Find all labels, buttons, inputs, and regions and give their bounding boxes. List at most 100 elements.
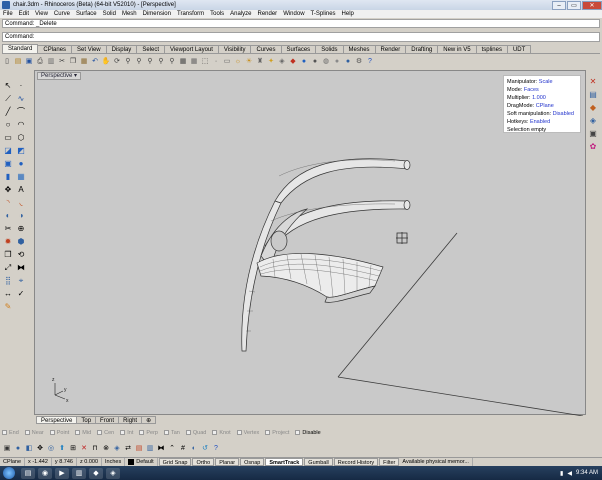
menu-analyze[interactable]: Analyze <box>230 11 251 17</box>
tab-curves[interactable]: Curves <box>250 45 282 53</box>
command-input[interactable] <box>38 34 539 40</box>
mesh-icon[interactable]: ▦ <box>15 171 27 183</box>
shade-icon[interactable]: ● <box>310 57 320 67</box>
tspline-weld-icon[interactable]: ⊗ <box>101 444 111 454</box>
fillet-icon[interactable]: ◝ <box>2 197 14 209</box>
split-icon[interactable]: ◑ <box>15 210 27 222</box>
status-osnap-button[interactable]: Osnap <box>240 458 265 466</box>
join-icon[interactable]: ⊕ <box>15 223 27 235</box>
folder-task-icon[interactable]: ▥ <box>72 467 86 479</box>
osnap-checkbox[interactable] <box>97 430 103 435</box>
line-icon[interactable]: ╱ <box>2 106 14 118</box>
osnap-checkbox[interactable] <box>2 430 7 435</box>
osnap-checkbox[interactable] <box>49 430 55 435</box>
osnap-checkbox[interactable] <box>120 430 126 435</box>
arc-icon[interactable]: ◠ <box>15 119 27 131</box>
properties-panel-icon[interactable]: ▤ <box>587 89 599 101</box>
mirror-icon[interactable]: ⧓ <box>15 262 27 274</box>
explode-icon[interactable]: ✹ <box>2 236 14 248</box>
array-icon[interactable]: ⣿ <box>2 275 14 287</box>
status-record-history-button[interactable]: Record History <box>333 458 379 466</box>
tspline-smooth-icon[interactable]: ◎ <box>46 444 56 454</box>
tspline-convert-icon[interactable]: ⇄ <box>123 444 133 454</box>
grid-icon[interactable]: ▦ <box>189 57 199 67</box>
osnap-checkbox[interactable] <box>295 430 301 435</box>
dimension-icon[interactable]: ↔ <box>2 288 14 300</box>
box-icon[interactable]: ▣ <box>2 158 14 170</box>
layers-panel-icon[interactable]: ◆ <box>587 102 599 114</box>
zoom-all-icon[interactable]: ⚲ <box>167 57 177 67</box>
tspline-plane-icon[interactable]: ◧ <box>24 444 34 454</box>
rotate-view-icon[interactable]: ⟳ <box>112 57 122 67</box>
copy-icon[interactable]: ❐ <box>68 57 78 67</box>
view-tab-perspective[interactable]: Perspective <box>36 416 78 424</box>
options-icon[interactable]: ⚙ <box>354 57 364 67</box>
select-arrow-icon[interactable]: ↖ <box>2 80 14 92</box>
tspline-mode-icon[interactable]: ◈ <box>112 444 122 454</box>
status-planar-button[interactable]: Planar <box>215 458 240 466</box>
polyline-icon[interactable]: ⟋ <box>2 93 14 105</box>
browser-task-icon[interactable]: ◉ <box>38 467 52 479</box>
menu-tools[interactable]: Tools <box>210 11 224 17</box>
zoom-icon[interactable]: ⚲ <box>123 57 133 67</box>
tspline-symmetry-icon[interactable]: ⧓ <box>156 444 166 454</box>
osnap-project[interactable]: Project <box>265 430 289 436</box>
menu-help[interactable]: Help <box>342 11 354 17</box>
tab-viewport-layout[interactable]: Viewport Layout <box>164 45 219 53</box>
extrude-icon[interactable]: ◩ <box>15 145 27 157</box>
app-task-icon[interactable]: ◈ <box>106 467 120 479</box>
tspline-move-icon[interactable]: ✥ <box>35 444 45 454</box>
render-icon[interactable]: ● <box>299 57 309 67</box>
undo-icon[interactable]: ↶ <box>90 57 100 67</box>
menu-dimension[interactable]: Dimension <box>143 11 171 17</box>
tab-tsplines[interactable]: tsplines <box>475 45 508 53</box>
material-sphere-icon[interactable]: ● <box>343 57 353 67</box>
open-icon[interactable]: ▤ <box>13 57 23 67</box>
status-grid-snap-button[interactable]: Grid Snap <box>158 458 192 466</box>
osnap-mid[interactable]: Mid <box>75 430 91 436</box>
menu-file[interactable]: File <box>3 11 13 17</box>
show-icon[interactable]: ☼ <box>233 57 243 67</box>
hide-icon[interactable]: ☀ <box>244 57 254 67</box>
tspline-thicken-icon[interactable]: ▥ <box>145 444 155 454</box>
tspline-panel-icon[interactable]: ✿ <box>587 141 599 153</box>
tab-set-view[interactable]: Set View <box>71 45 107 53</box>
menu-view[interactable]: View <box>35 11 48 17</box>
rectangle-icon[interactable]: ▭ <box>2 132 14 144</box>
viewport-title[interactable]: Perspective ▾ <box>37 72 82 80</box>
point-tool-icon[interactable]: · <box>15 80 27 92</box>
zoom-selected-icon[interactable]: ⚲ <box>156 57 166 67</box>
start-button[interactable] <box>3 467 15 479</box>
clock[interactable]: 9:34 AM <box>576 470 598 476</box>
network-icon[interactable]: ▮ <box>560 470 563 477</box>
osnap-checkbox[interactable] <box>163 430 169 435</box>
menu-curve[interactable]: Curve <box>54 11 70 17</box>
tspline-extrude-icon[interactable]: ⬆ <box>57 444 67 454</box>
viewport-menu-icon[interactable]: ▾ <box>74 73 77 79</box>
tspline-crease-icon[interactable]: ⌃ <box>167 444 177 454</box>
menu-edit[interactable]: Edit <box>19 11 29 17</box>
text-icon[interactable]: A <box>15 184 27 196</box>
circle-icon[interactable]: ○ <box>2 119 14 131</box>
osnap-checkbox[interactable] <box>265 430 271 435</box>
lock-icon[interactable]: ♜ <box>255 57 265 67</box>
view-tab-front[interactable]: Front <box>95 416 120 424</box>
explorer-task-icon[interactable]: ▤ <box>21 467 35 479</box>
scale-icon[interactable]: ⤢ <box>2 262 14 274</box>
menu-mesh[interactable]: Mesh <box>122 11 137 17</box>
tab-select[interactable]: Select <box>136 45 165 53</box>
trim-icon[interactable]: ✂ <box>2 223 14 235</box>
osnap-checkbox[interactable] <box>75 430 81 435</box>
osnap-checkbox[interactable] <box>212 430 218 435</box>
tab-meshes[interactable]: Meshes <box>342 45 376 53</box>
zoom-extents-icon[interactable]: ⚲ <box>145 57 155 67</box>
tspline-display-icon[interactable]: ◐ <box>189 444 199 454</box>
properties-icon[interactable]: ◈ <box>277 57 287 67</box>
tab-solids[interactable]: Solids <box>315 45 344 53</box>
tspline-delete-icon[interactable]: ✕ <box>79 444 89 454</box>
help-icon[interactable]: ? <box>365 57 375 67</box>
tab-new-in-v5[interactable]: New in V5 <box>437 45 477 53</box>
analyze-icon[interactable]: ⌖ <box>15 275 27 287</box>
wire-sphere-icon[interactable]: ◍ <box>321 57 331 67</box>
tspline-box-icon[interactable]: ▣ <box>2 444 12 454</box>
